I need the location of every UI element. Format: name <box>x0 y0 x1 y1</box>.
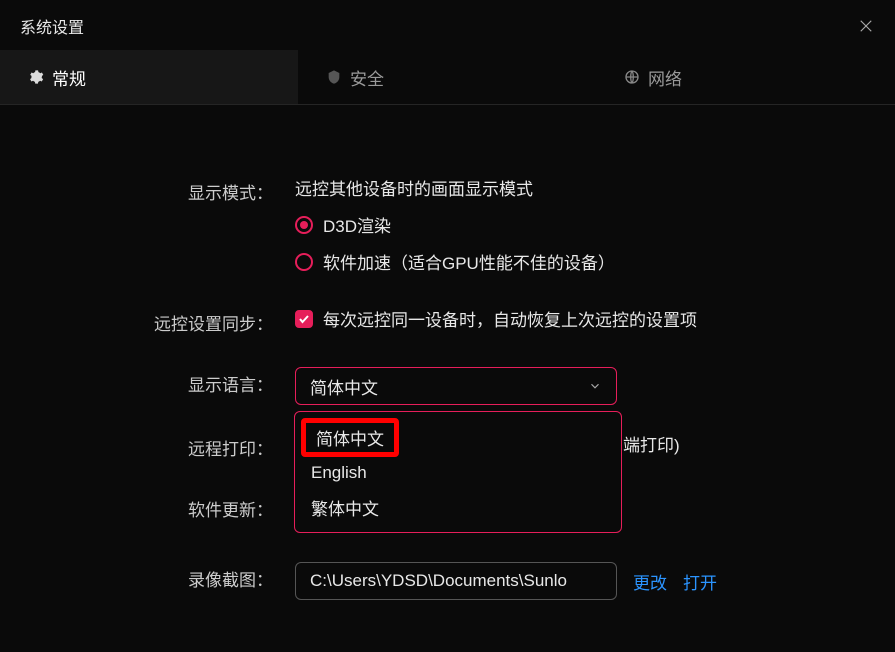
language-label: 显示语言： <box>0 367 295 396</box>
checkbox-checked-icon <box>295 310 313 328</box>
recording-label: 录像截图： <box>0 562 295 591</box>
tab-security[interactable]: 安全 <box>298 50 596 104</box>
recording-path-input[interactable]: C:\Users\YDSD\Documents\Sunlo <box>295 562 617 600</box>
settings-content: 显示模式： 远控其他设备时的画面显示模式 D3D渲染 软件加速（适合GPU性能不… <box>0 105 895 652</box>
display-mode-desc: 远控其他设备时的画面显示模式 <box>295 175 875 200</box>
remote-sync-label: 远控设置同步： <box>0 306 295 335</box>
row-display-mode: 显示模式： 远控其他设备时的画面显示模式 D3D渲染 软件加速（适合GPU性能不… <box>0 175 875 274</box>
language-option-english[interactable]: English <box>295 457 621 489</box>
recording-path-value: C:\Users\YDSD\Documents\Sunlo <box>310 571 567 591</box>
tab-network[interactable]: 网络 <box>596 50 894 104</box>
remote-print-suffix: 端打印) <box>623 436 680 455</box>
language-selected-value: 简体中文 <box>310 374 378 399</box>
radio-d3d-label: D3D渲染 <box>323 212 391 237</box>
window-title: 系统设置 <box>20 14 84 38</box>
language-option-simplified[interactable]: 简体中文 <box>301 418 399 457</box>
radio-software[interactable]: 软件加速（适合GPU性能不佳的设备） <box>295 249 875 274</box>
tab-general[interactable]: 常规 <box>0 50 298 104</box>
close-icon <box>857 17 875 35</box>
software-update-label: 软件更新： <box>0 492 295 521</box>
row-language: 显示语言： 简体中文 简体中文 English 繁体中文 <box>0 367 875 405</box>
radio-software-label: 软件加速（适合GPU性能不佳的设备） <box>323 249 615 274</box>
shield-icon <box>326 69 342 85</box>
remote-print-label: 远程打印： <box>0 431 295 460</box>
language-dropdown: 简体中文 English 繁体中文 <box>294 411 622 533</box>
titlebar: 系统设置 <box>0 0 895 50</box>
radio-selected-icon <box>295 216 313 234</box>
language-select[interactable]: 简体中文 <box>295 367 617 405</box>
checkbox-remote-sync[interactable]: 每次远控同一设备时，自动恢复上次远控的设置项 <box>295 306 875 331</box>
row-recording: 录像截图： C:\Users\YDSD\Documents\Sunlo 更改 打… <box>0 562 875 600</box>
checkbox-sync-label: 每次远控同一设备时，自动恢复上次远控的设置项 <box>323 306 697 331</box>
radio-unselected-icon <box>295 253 313 271</box>
display-mode-label: 显示模式： <box>0 175 295 204</box>
language-option-traditional[interactable]: 繁体中文 <box>295 489 621 526</box>
close-button[interactable] <box>857 17 875 35</box>
tab-general-label: 常规 <box>52 65 86 90</box>
tab-security-label: 安全 <box>350 65 384 90</box>
tab-network-label: 网络 <box>648 65 682 90</box>
gear-icon <box>28 69 44 85</box>
tab-bar: 常规 安全 网络 <box>0 50 895 105</box>
globe-icon <box>624 69 640 85</box>
row-remote-sync: 远控设置同步： 每次远控同一设备时，自动恢复上次远控的设置项 <box>0 306 875 335</box>
recording-change-button[interactable]: 更改 <box>633 569 667 594</box>
radio-d3d[interactable]: D3D渲染 <box>295 212 875 237</box>
recording-open-button[interactable]: 打开 <box>683 569 717 594</box>
chevron-down-icon <box>588 379 602 393</box>
